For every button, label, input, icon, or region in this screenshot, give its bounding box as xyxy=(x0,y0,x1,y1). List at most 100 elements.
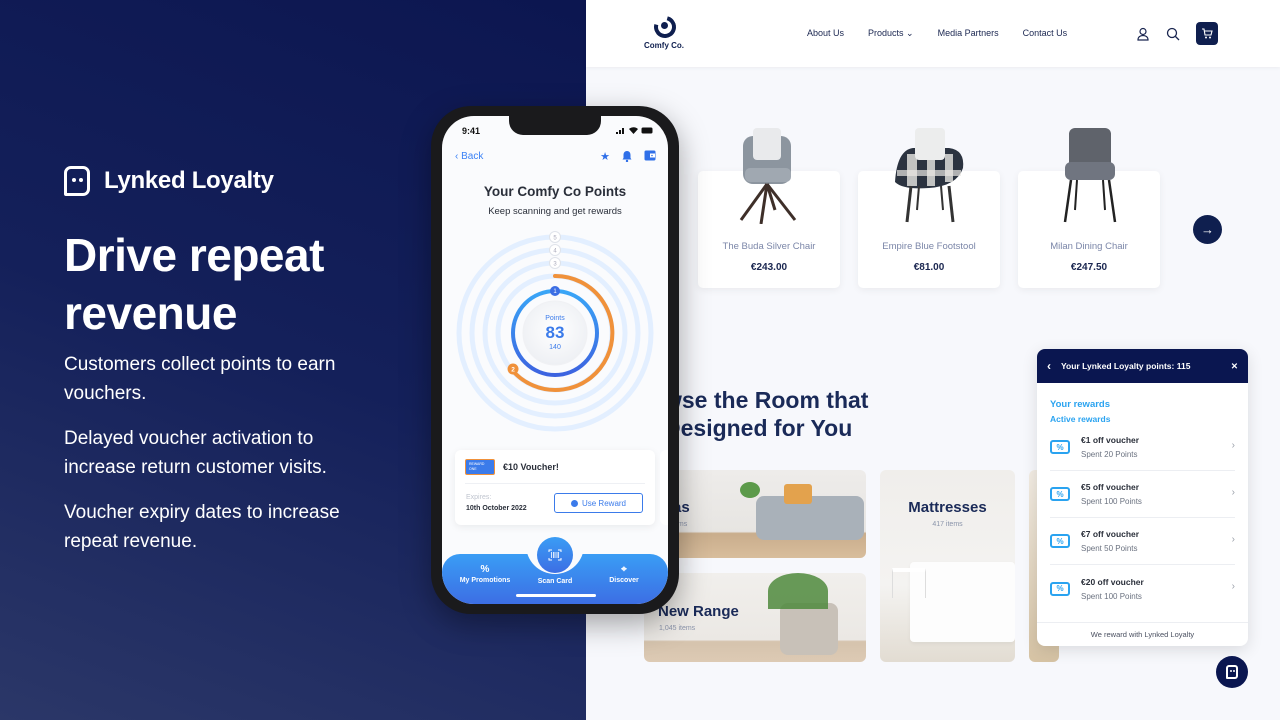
category-count: 1,045 items xyxy=(659,625,696,632)
reward-item[interactable]: % €20 off voucher Spent 100 Points › xyxy=(1050,565,1235,612)
browse-heading: wse the Room that Designed for You xyxy=(664,386,868,442)
chair-image xyxy=(739,128,797,224)
points-value: 83 xyxy=(546,323,565,342)
voucher-icon: % xyxy=(1050,487,1070,501)
status-icons xyxy=(616,127,654,136)
points-gauge: 5 4 3 1 2 Points 83 140 xyxy=(456,231,654,432)
active-rewards-heading: Active rewards xyxy=(1050,414,1111,424)
battery-icon xyxy=(641,127,653,134)
scan-card-button[interactable] xyxy=(537,537,573,573)
tab-label: Discover xyxy=(609,577,639,584)
footstool-image xyxy=(895,128,964,223)
reward-title: €1 off voucher xyxy=(1081,435,1140,445)
product-name: Empire Blue Footstool xyxy=(882,241,976,252)
use-reward-label: Use Reward xyxy=(581,498,626,508)
chevron-right-icon: › xyxy=(1231,581,1235,592)
next-voucher-card[interactable] xyxy=(660,450,668,525)
wifi-icon xyxy=(629,127,639,134)
expires-date: 10th October 2022 xyxy=(466,505,527,512)
category-mattresses[interactable]: Mattresses 417 items xyxy=(880,470,1015,662)
reward-title: €5 off voucher xyxy=(1081,482,1140,492)
product-price: €247.50 xyxy=(1070,262,1108,273)
widget-back-button[interactable]: ‹ xyxy=(1047,359,1051,373)
feature-list: Customers collect points to earn voucher… xyxy=(64,350,374,572)
your-rewards-heading: Your rewards xyxy=(1050,399,1111,410)
points-target: 140 xyxy=(549,344,561,351)
reward-item[interactable]: % €1 off voucher Spent 20 Points › xyxy=(1050,424,1235,471)
reward-title: €7 off voucher xyxy=(1081,529,1140,539)
browse-heading-line: wse the Room that xyxy=(664,387,869,413)
home-indicator xyxy=(516,594,596,597)
signal-icon xyxy=(616,128,625,134)
product-card[interactable]: Milan Dining Chair €247.50 xyxy=(1018,120,1160,288)
product-card[interactable]: Empire Blue Footstool €81.00 xyxy=(858,120,1000,288)
nav-media-partners[interactable]: Media Partners xyxy=(938,28,999,39)
chevron-right-icon: › xyxy=(1231,534,1235,545)
feature-item: Customers collect points to earn voucher… xyxy=(64,354,336,404)
widget-close-button[interactable]: ✕ xyxy=(1231,361,1238,372)
nav-links: About Us Products ⌄ Media Partners Conta… xyxy=(807,28,1067,39)
reward-badge: REWARD ONE xyxy=(465,459,495,475)
tab-scan-card[interactable]: Scan Card xyxy=(520,578,590,585)
cart-button[interactable] xyxy=(1196,22,1218,45)
tab-discover[interactable]: ⌖ Discover xyxy=(589,564,659,584)
reward-item[interactable]: % €5 off voucher Spent 100 Points › xyxy=(1050,471,1235,518)
widget-points-title: Your Lynked Loyalty points: 115 xyxy=(1061,361,1191,371)
voucher-icon: % xyxy=(1050,581,1070,596)
app-header-icons: ★ xyxy=(600,150,656,163)
search-icon[interactable] xyxy=(1166,27,1180,41)
widget-footer: We reward with Lynked Loyalty xyxy=(1037,622,1248,646)
plant-image xyxy=(768,573,828,609)
product-card[interactable]: The Buda Silver Chair €243.00 xyxy=(698,120,840,288)
star-icon[interactable]: ★ xyxy=(600,150,610,163)
reward-points: Spent 100 Points xyxy=(1081,497,1142,506)
comfy-logo-icon xyxy=(649,11,681,43)
website-preview: Comfy Co. About Us Products ⌄ Media Part… xyxy=(586,0,1280,720)
cart-icon xyxy=(1202,28,1213,39)
tab-label: Scan Card xyxy=(537,578,573,585)
chevron-right-icon: › xyxy=(1231,487,1235,498)
reward-points: Spent 50 Points xyxy=(1081,544,1138,553)
feature-item: Voucher expiry dates to increase repeat … xyxy=(64,502,340,552)
tab-my-promotions[interactable]: % My Promotions xyxy=(450,564,520,584)
widget-body: Your rewards Active rewards % €1 off vou… xyxy=(1037,383,1248,612)
reward-item[interactable]: % €7 off voucher Spent 50 Points › xyxy=(1050,518,1235,565)
voucher-card: REWARD ONE €10 Voucher! Expires: 10th Oc… xyxy=(455,450,655,525)
wallet-icon[interactable] xyxy=(644,150,656,161)
phone-mockup: 9:41 ‹ Back ★ Your Comfy Co Points Keep … xyxy=(431,106,679,614)
dining-chair-image xyxy=(1063,128,1117,223)
voucher-icon: % xyxy=(1050,440,1070,454)
bell-icon[interactable] xyxy=(622,150,632,162)
reward-title: €20 off voucher xyxy=(1081,576,1144,587)
plant-image xyxy=(740,482,760,498)
carousel-next-button[interactable]: → xyxy=(1193,215,1222,244)
use-reward-button[interactable]: Use Reward xyxy=(554,493,643,513)
site-navbar: Comfy Co. About Us Products ⌄ Media Part… xyxy=(586,0,1280,67)
category-new-range[interactable]: New Range 1,045 items xyxy=(644,573,866,662)
category-title: Mattresses xyxy=(908,499,987,516)
rewards-list: % €1 off voucher Spent 20 Points › % €5 o… xyxy=(1050,424,1235,612)
comfy-co-logo[interactable]: Comfy Co. xyxy=(642,11,686,50)
user-icon[interactable] xyxy=(1136,27,1150,41)
widget-header: ‹ Your Lynked Loyalty points: 115 ✕ xyxy=(1037,349,1248,383)
nav-products[interactable]: Products ⌄ xyxy=(868,28,914,39)
points-label: Points xyxy=(545,315,565,322)
points-title: Your Comfy Co Points xyxy=(483,184,627,199)
nav-contact-us[interactable]: Contact Us xyxy=(1023,28,1068,39)
chevron-right-icon: › xyxy=(1231,440,1235,451)
tab-label: My Promotions xyxy=(459,577,511,584)
brand: Lynked Loyalty xyxy=(64,166,274,196)
phone-notch xyxy=(509,116,601,135)
points-subtitle: Keep scanning and get rewards xyxy=(488,206,622,217)
brand-name: Lynked Loyalty xyxy=(104,167,274,194)
product-name: Milan Dining Chair xyxy=(1050,241,1128,252)
nightstand-image xyxy=(892,568,926,598)
reward-points: Spent 20 Points xyxy=(1081,450,1138,459)
product-price: €243.00 xyxy=(750,262,788,273)
loyalty-launcher-button[interactable] xyxy=(1216,656,1248,688)
expires-label: Expires: xyxy=(466,494,492,501)
pillow-image xyxy=(784,484,812,504)
nav-about-us[interactable]: About Us xyxy=(807,28,844,39)
location-pin-icon: ⌖ xyxy=(621,564,627,575)
back-button[interactable]: ‹ Back xyxy=(455,151,483,162)
